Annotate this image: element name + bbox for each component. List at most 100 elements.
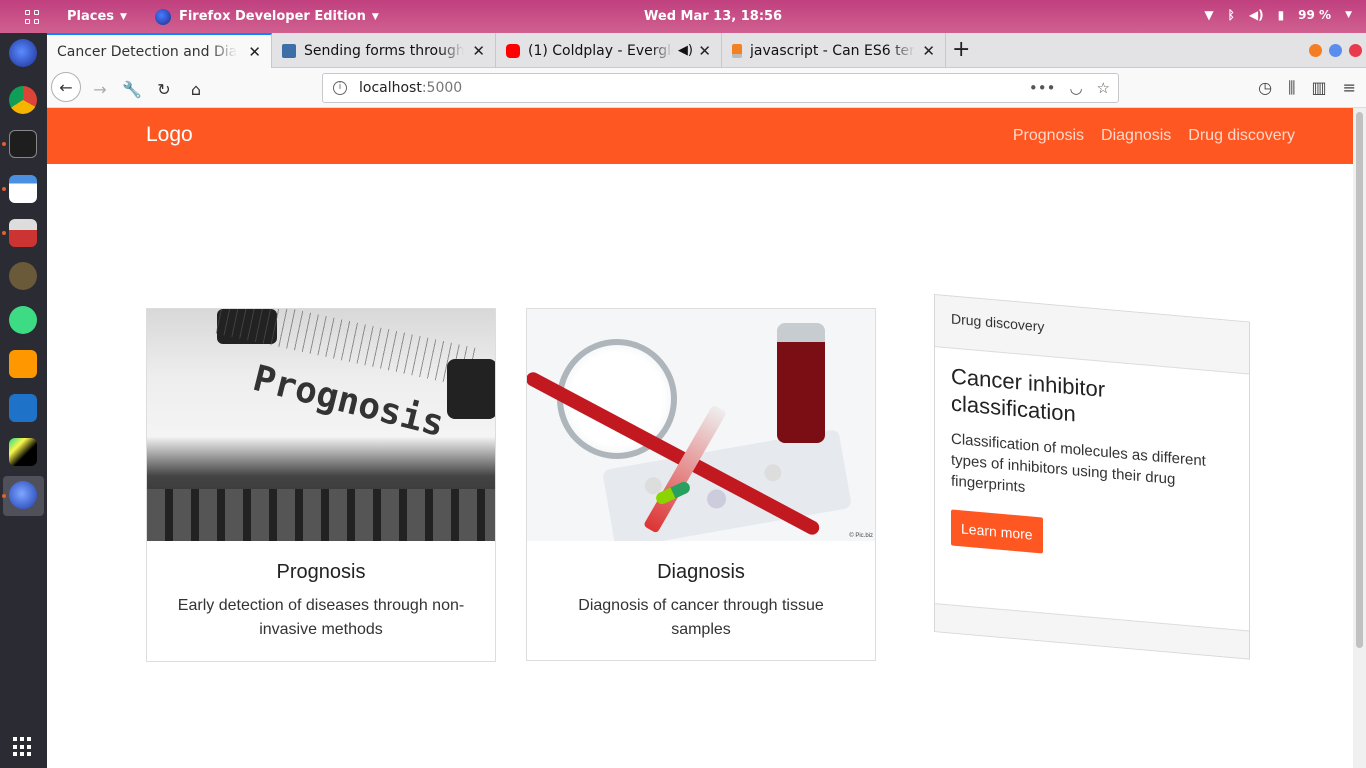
speaker-icon[interactable]: ◀): [678, 43, 693, 58]
firefox-dev-dock-icon[interactable]: [9, 481, 37, 509]
library-icon[interactable]: ⫼: [1288, 78, 1295, 98]
activities-grid-icon[interactable]: [25, 9, 39, 24]
terminal-dock-icon[interactable]: [9, 130, 37, 158]
close-window-button[interactable]: [1349, 44, 1362, 57]
gimp-dock-icon[interactable]: [9, 262, 37, 290]
navigation-toolbar: ← → 🔧 ↻ ⌂ i localhost :5000 ••• ◡ ☆ ◷ ⫼ …: [47, 68, 1366, 108]
maximize-button[interactable]: [1329, 44, 1342, 57]
android-studio-dock-icon[interactable]: [9, 306, 37, 334]
close-tab-icon[interactable]: ✕: [698, 42, 711, 60]
chevron-down-icon: ▼: [371, 11, 379, 22]
youtube-favicon-icon: [506, 43, 520, 58]
mdn-favicon-icon: [282, 43, 296, 58]
tab-title: javascript - Can ES6 template: [750, 42, 915, 59]
close-tab-icon[interactable]: ✕: [248, 43, 261, 61]
web-page: Logo Prognosis Diagnosis Drug discovery …: [47, 108, 1353, 768]
back-button[interactable]: ←: [51, 72, 81, 102]
places-menu[interactable]: Places: [67, 9, 114, 24]
site-navbar: Logo Prognosis Diagnosis Drug discovery: [47, 108, 1353, 164]
site-logo[interactable]: Logo: [146, 123, 193, 147]
drug-discovery-card-wrapper: Drug discovery Cancer inhibitor classifi…: [934, 294, 1250, 660]
history-clock-icon[interactable]: ◷: [1258, 78, 1272, 98]
sidebar-icon[interactable]: ▥: [1311, 78, 1326, 98]
tab-javascript-es6[interactable]: javascript - Can ES6 template ✕: [722, 33, 946, 68]
wrench-icon: 🔧: [122, 79, 142, 99]
typewriter-knob: [447, 359, 495, 419]
tab-title: (1) Coldplay - Everglow: [528, 42, 673, 59]
system-top-bar: Places ▼ Firefox Developer Edition ▼ Wed…: [0, 0, 1366, 33]
reload-icon: ↻: [157, 79, 171, 99]
vscode-dock-icon[interactable]: [9, 394, 37, 422]
chevron-down-icon: ▼: [1345, 10, 1352, 20]
stackoverflow-favicon-icon: [732, 43, 742, 58]
files-dock-icon[interactable]: [9, 175, 37, 203]
address-bar[interactable]: i localhost :5000 ••• ◡ ☆: [322, 73, 1119, 103]
home-button[interactable]: ⌂: [181, 74, 211, 104]
volume-icon: ◀): [1248, 8, 1264, 22]
forward-button[interactable]: →: [85, 74, 115, 104]
firefox-icon: [154, 8, 171, 25]
tab-title: Sending forms through JavaScript: [304, 42, 464, 59]
nav-link-prognosis[interactable]: Prognosis: [1013, 127, 1084, 145]
prognosis-card-text: Early detection of diseases through non-…: [177, 597, 465, 638]
bluetooth-icon: ᛒ: [1227, 8, 1235, 22]
arrow-right-icon: →: [93, 79, 107, 99]
close-tab-icon[interactable]: ✕: [922, 42, 935, 60]
nav-link-diagnosis[interactable]: Diagnosis: [1101, 127, 1171, 145]
battery-percent: 99 %: [1298, 8, 1332, 22]
sublime-dock-icon[interactable]: [9, 350, 37, 378]
prognosis-card[interactable]: Prognosis Prognosis Early detection of d…: [146, 308, 496, 662]
blood-vial: [777, 323, 825, 443]
running-indicator: [2, 187, 6, 191]
tab-cancer-detection[interactable]: Cancer Detection and Diagnosis ✕: [47, 33, 272, 68]
home-icon: ⌂: [190, 79, 202, 99]
close-tab-icon[interactable]: ✕: [472, 42, 485, 60]
page-scrollbar[interactable]: [1353, 108, 1366, 768]
prognosis-card-title: Prognosis: [276, 561, 366, 583]
toolbar-right: ◷ ⫼ ▥ ≡: [1258, 78, 1356, 98]
diagnosis-card-text: Diagnosis of cancer through tissue sampl…: [578, 597, 824, 638]
wifi-icon: ▼: [1204, 8, 1214, 22]
chevron-down-icon: ▼: [120, 11, 127, 22]
page-actions-icon[interactable]: •••: [1029, 79, 1056, 97]
dock: [0, 33, 47, 768]
scrollbar-thumb[interactable]: [1356, 112, 1363, 648]
running-indicator: [2, 142, 6, 146]
image-credit: © Pic.biz: [849, 533, 873, 539]
card-footer: [935, 603, 1249, 659]
bookmark-star-icon[interactable]: ☆: [1097, 79, 1110, 97]
system-tray[interactable]: ▼ ᛒ ◀) ▮ 99 % ▼: [1204, 8, 1352, 22]
drug-card-text: Classification of molecules as different…: [951, 430, 1206, 496]
pycharm-dock-icon[interactable]: [9, 438, 37, 466]
window-controls: [1309, 44, 1362, 57]
tab-sending-forms[interactable]: Sending forms through JavaScript ✕: [272, 33, 496, 68]
diagnosis-card[interactable]: © Pic.biz Diagnosis Diagnosis of cancer …: [526, 308, 876, 661]
site-info-icon[interactable]: i: [333, 81, 347, 95]
drug-card-title: Cancer inhibitor classification: [951, 363, 1106, 427]
menu-hamburger-icon[interactable]: ≡: [1343, 78, 1356, 98]
show-applications-icon[interactable]: [13, 737, 33, 757]
software-dock-icon[interactable]: [9, 219, 37, 247]
url-port: :5000: [421, 80, 463, 96]
tab-bar: Cancer Detection and Diagnosis ✕ Sending…: [47, 33, 1366, 68]
reload-button[interactable]: ↻: [149, 74, 179, 104]
nav-link-drug-discovery[interactable]: Drug discovery: [1188, 127, 1295, 145]
drug-discovery-card[interactable]: Drug discovery Cancer inhibitor classifi…: [934, 294, 1250, 660]
tab-title: Cancer Detection and Diagnosis: [57, 43, 237, 60]
clock[interactable]: Wed Mar 13, 18:56: [644, 9, 782, 24]
url-host: localhost: [359, 80, 422, 96]
firefox-dock-icon[interactable]: [9, 39, 37, 67]
chrome-dock-icon[interactable]: [9, 86, 37, 114]
learn-more-button[interactable]: Learn more: [951, 509, 1043, 554]
battery-icon: ▮: [1277, 8, 1285, 22]
running-indicator: [2, 231, 6, 235]
tab-coldplay[interactable]: (1) Coldplay - Everglow ◀) ✕: [496, 33, 722, 68]
diagnosis-card-title: Diagnosis: [657, 561, 745, 583]
running-indicator: [2, 494, 6, 498]
new-tab-button[interactable]: +: [952, 37, 970, 62]
prognosis-image: Prognosis: [147, 309, 495, 541]
minimize-button[interactable]: [1309, 44, 1322, 57]
pocket-icon[interactable]: ◡: [1069, 79, 1082, 97]
app-menu[interactable]: Firefox Developer Edition: [179, 9, 366, 24]
developer-tools-button[interactable]: 🔧: [117, 74, 147, 104]
